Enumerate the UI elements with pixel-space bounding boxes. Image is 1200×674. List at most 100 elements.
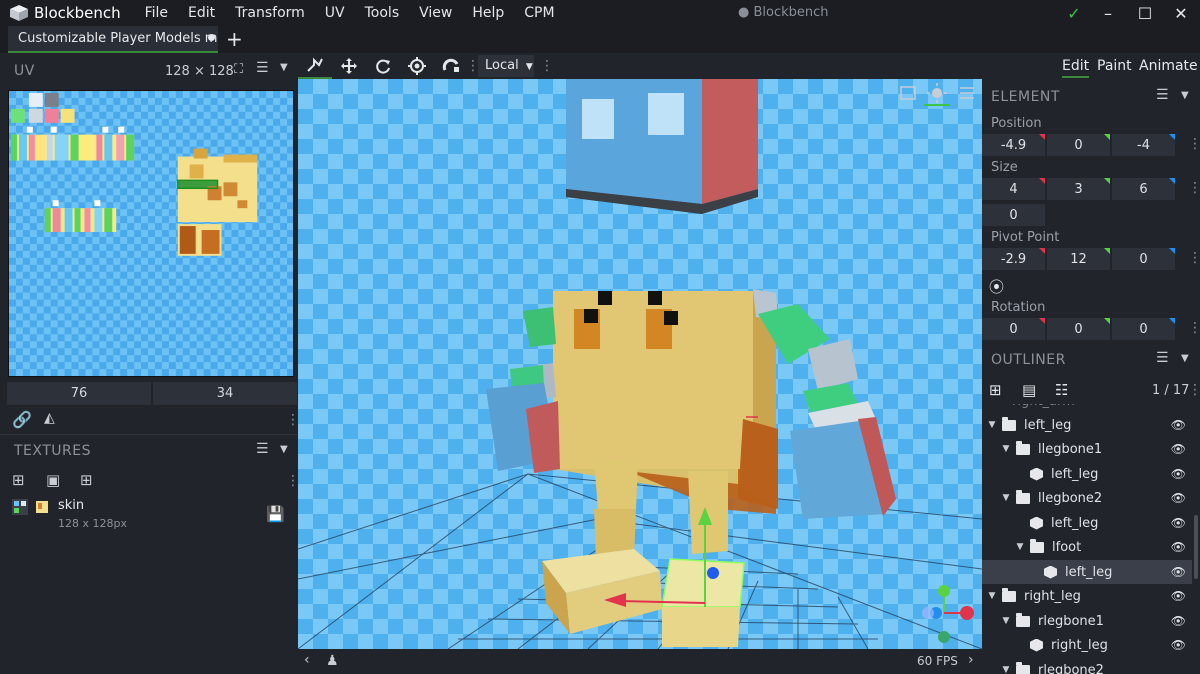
pivot-y-input[interactable]: 12 (1047, 248, 1110, 270)
maximize-button[interactable]: ☐ (1133, 2, 1157, 24)
outliner-item-lfoot[interactable]: ▼ lfoot 👁 (982, 535, 1192, 559)
save-icon[interactable]: 💾 (266, 505, 285, 523)
outliner-scrollbar[interactable] (1194, 515, 1198, 579)
chevron-down-icon[interactable]: ▼ (986, 591, 998, 601)
chevron-down-icon[interactable]: ▼ (1014, 542, 1026, 552)
more-options-icon[interactable]: ⋮ (1188, 250, 1200, 266)
pivot-z-input[interactable]: 0 (1112, 248, 1175, 270)
outliner-item-left-leg[interactable]: ▼ left_leg 👁 (982, 413, 1192, 437)
textures-menu-icon[interactable]: ☰ (256, 441, 269, 457)
import-texture-icon[interactable]: ▣ (46, 471, 60, 489)
eye-icon[interactable]: 👁 (1171, 565, 1186, 579)
create-texture-icon[interactable]: ⊞ (80, 471, 93, 489)
more-options-icon[interactable]: ⋮ (1188, 180, 1200, 196)
mode-tab-animate[interactable]: Animate (1139, 58, 1198, 74)
position-x-input[interactable]: -4.9 (982, 134, 1045, 156)
outliner-item-llegbone2[interactable]: ▼ llegbone2 👁 (982, 486, 1192, 510)
chevron-left-icon[interactable]: ‹ (304, 652, 310, 668)
more-options-icon[interactable]: ⋮ (1188, 320, 1200, 336)
minimize-button[interactable]: – (1096, 2, 1120, 24)
pivot-icon[interactable] (400, 53, 434, 79)
chevron-down-icon[interactable]: ▼ (1000, 616, 1012, 626)
collapse-icon[interactable]: ☷ (1055, 381, 1068, 399)
menu-cpm[interactable]: CPM (524, 5, 554, 21)
outliner-menu-icon[interactable]: ☰ (1156, 350, 1169, 366)
chevron-down-icon[interactable]: ▼ (1000, 493, 1012, 503)
position-y-input[interactable]: 0 (1047, 134, 1110, 156)
mode-tab-paint[interactable]: Paint (1097, 58, 1132, 74)
focus-pivot-icon[interactable]: ⦿ (989, 276, 1004, 297)
link-icon[interactable]: 🔗 (12, 410, 32, 429)
more-options-icon[interactable]: ⋮ (540, 58, 554, 74)
eye-icon[interactable]: 👁 (1171, 491, 1186, 505)
add-group-icon[interactable]: ▤ (1022, 381, 1036, 399)
inflate-input[interactable]: 0 (982, 204, 1045, 226)
person-icon[interactable]: ♟ (326, 653, 339, 669)
eye-icon[interactable]: 👁 (1171, 442, 1186, 456)
outliner-item-llegbone1[interactable]: ▼ llegbone1 👁 (982, 437, 1192, 461)
eye-icon[interactable]: 👁 (1171, 467, 1186, 481)
chevron-down-icon[interactable]: ▼ (1000, 444, 1012, 454)
eye-icon[interactable]: 👁 (1171, 540, 1186, 554)
eye-icon[interactable]: 👁 (1171, 516, 1186, 530)
outliner-item-right-leg-cube[interactable]: right_leg 👁 (982, 633, 1192, 657)
rotation-z-input[interactable]: 0 (1112, 318, 1175, 340)
more-options-icon[interactable]: ⋮ (1188, 136, 1200, 152)
size-z-input[interactable]: 6 (1112, 178, 1175, 200)
outliner-item-left-leg-cube[interactable]: left_leg 👁 (982, 511, 1192, 535)
more-options-icon[interactable]: ⋮ (1188, 382, 1200, 398)
add-cube-icon[interactable]: ⊞ (989, 381, 1002, 399)
uv-y-input[interactable]: 34 (153, 382, 297, 405)
rotate-icon[interactable] (366, 53, 400, 79)
new-tab-button[interactable]: + (226, 27, 243, 51)
uv-menu-icon[interactable]: ☰ (256, 60, 269, 76)
chevron-down-icon[interactable]: ▼ (1000, 665, 1012, 674)
eye-icon[interactable]: 👁 (1171, 589, 1186, 603)
eye-icon[interactable]: 👁 (1171, 638, 1186, 652)
uv-editor-canvas[interactable] (8, 90, 294, 377)
outliner-item-rlegbone2[interactable]: ▼ rlegbone2 (982, 658, 1192, 674)
chevron-down-icon[interactable]: ▼ (1181, 353, 1189, 364)
transform-space-select[interactable]: Local ▼ (478, 55, 534, 77)
eye-icon[interactable]: 👁 (1171, 614, 1186, 628)
mode-tab-edit[interactable]: Edit (1062, 58, 1090, 78)
outliner-item-left-leg-cube[interactable]: left_leg 👁 (982, 462, 1192, 486)
outliner-tree[interactable]: ▼ left_leg 👁 ▼ llegbone1 👁 left_leg 👁 ▼ llegbo… (982, 413, 1192, 674)
rotation-y-input[interactable]: 0 (1047, 318, 1110, 340)
element-menu-icon[interactable]: ☰ (1156, 87, 1169, 103)
project-tab[interactable]: Customizable Player Models m (8, 26, 218, 53)
check-icon[interactable]: ✓ (1062, 2, 1086, 24)
chevron-down-icon[interactable]: ▼ (1181, 90, 1189, 101)
chevron-right-icon[interactable]: › (968, 652, 974, 668)
vertex-snap-icon[interactable] (434, 53, 468, 79)
menu-uv[interactable]: UV (325, 5, 345, 21)
position-z-input[interactable]: -4 (1112, 134, 1175, 156)
add-texture-icon[interactable]: ⊞ (12, 471, 25, 489)
translate-icon[interactable] (332, 53, 366, 79)
menu-transform[interactable]: Transform (235, 5, 305, 21)
outliner-item-right-leg[interactable]: ▼ right_leg 👁 (982, 584, 1192, 608)
3d-viewport[interactable] (298, 79, 982, 649)
triangle-icon[interactable]: ◭ (44, 410, 55, 426)
chevron-down-icon[interactable]: ▼ (986, 420, 998, 430)
menu-edit[interactable]: Edit (188, 5, 215, 21)
fullscreen-icon[interactable]: ⛶ (234, 62, 243, 77)
menu-file[interactable]: File (145, 5, 168, 21)
size-x-input[interactable]: 4 (982, 178, 1045, 200)
chevron-down-icon[interactable]: ▼ (280, 444, 288, 455)
menu-view[interactable]: View (419, 5, 452, 21)
close-button[interactable]: ✕ (1169, 2, 1193, 24)
texture-item[interactable]: skin 128 x 128px 💾 (0, 495, 298, 530)
chevron-down-icon[interactable]: ▼ (280, 62, 288, 73)
rotation-x-input[interactable]: 0 (982, 318, 1045, 340)
outliner-item-rlegbone1[interactable]: ▼ rlegbone1 👁 (982, 609, 1192, 633)
eye-icon[interactable]: 👁 (1171, 418, 1186, 432)
outliner-item-left-leg-selected[interactable]: left_leg 👁 (982, 560, 1192, 584)
pivot-x-input[interactable]: -2.9 (982, 248, 1045, 270)
menu-help[interactable]: Help (472, 5, 504, 21)
move-tool-icon[interactable] (298, 53, 332, 79)
size-y-input[interactable]: 3 (1047, 178, 1110, 200)
menu-tools[interactable]: Tools (365, 5, 400, 21)
uv-x-input[interactable]: 76 (7, 382, 151, 405)
sun-icon[interactable] (932, 88, 942, 98)
